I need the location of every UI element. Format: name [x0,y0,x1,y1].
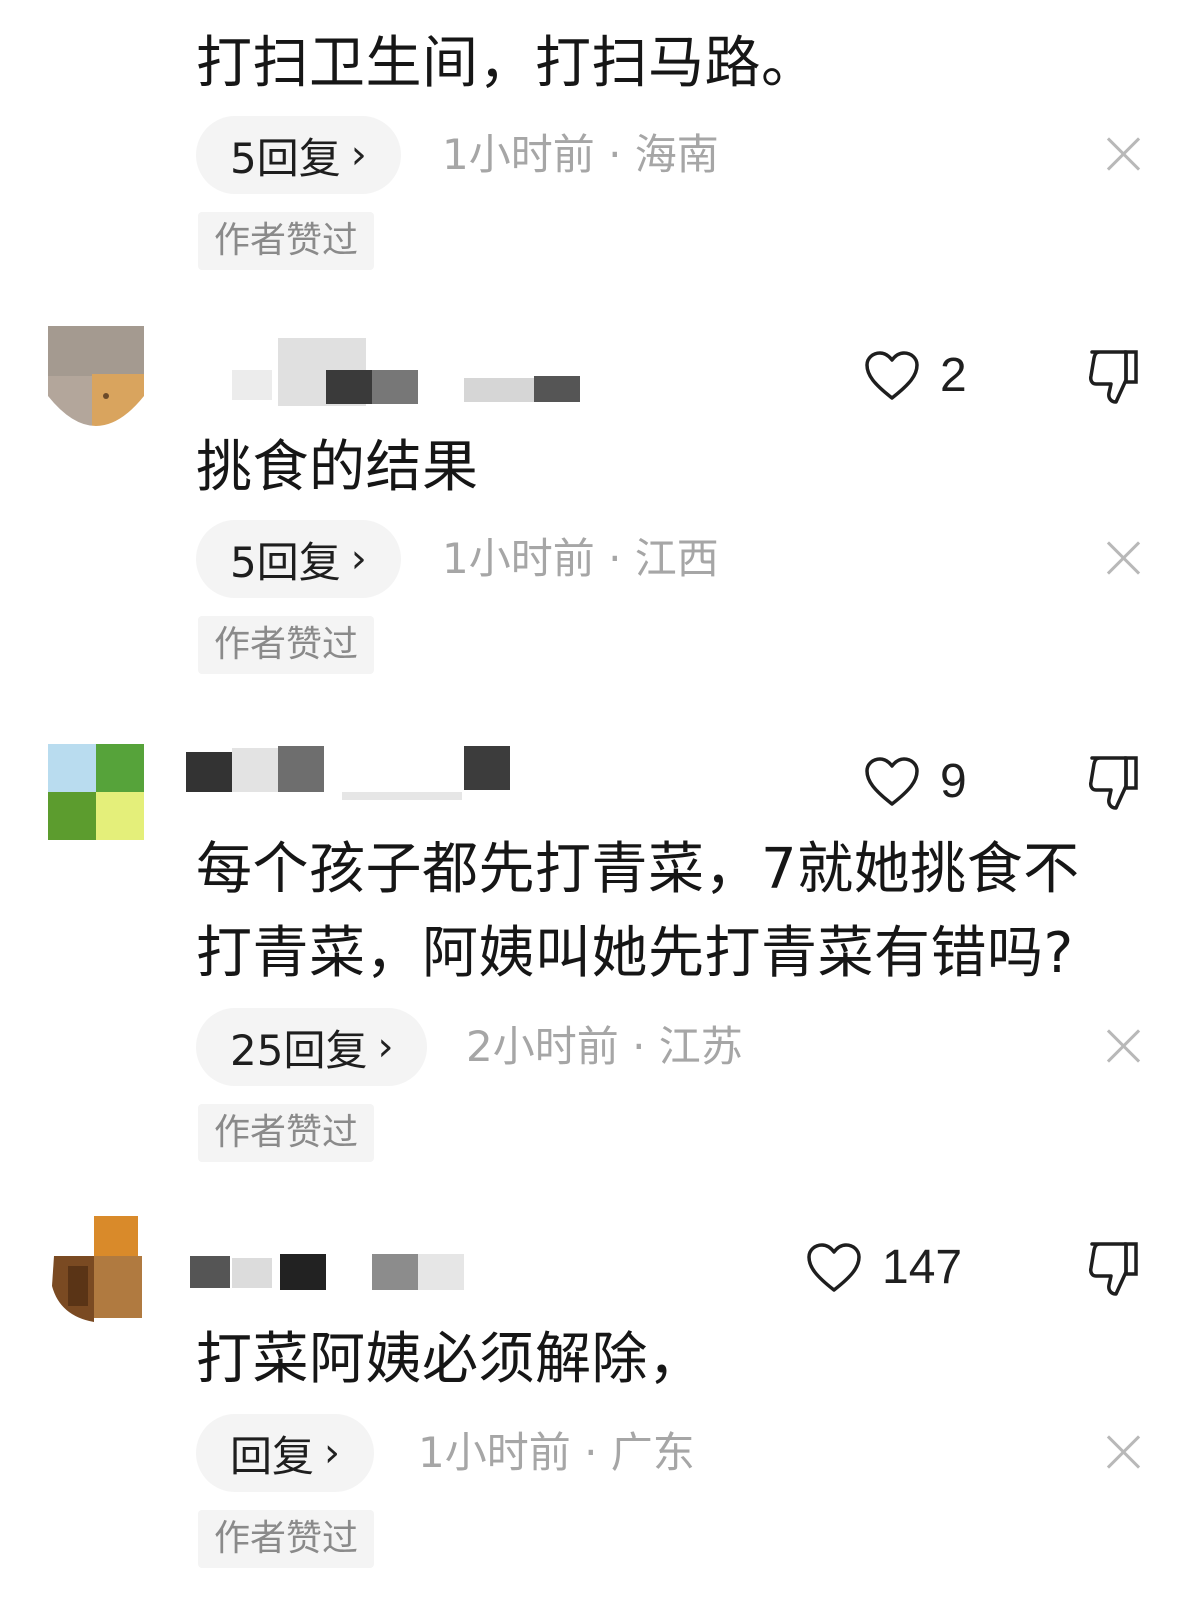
like-button[interactable]: 2 [864,348,967,403]
thumbs-down-icon[interactable] [1086,752,1142,812]
comment-text: 打扫卫生间，打扫马路。 [196,31,818,96]
reply-button[interactable]: 回复 › [196,1414,375,1492]
reply-button[interactable]: 5回复 › [196,116,401,194]
heart-outline-icon [865,756,919,806]
username-blurred[interactable] [192,338,632,406]
comment-meta: 2小时前 · 江苏 [466,1022,743,1071]
avatar[interactable] [48,326,144,438]
comment-meta: 1小时前 · 江西 [442,534,719,583]
heart-outline-icon [807,1242,861,1292]
like-count: 2 [940,349,967,402]
like-count: 9 [940,755,967,808]
close-icon[interactable] [1106,1434,1142,1470]
comment-meta: 1小时前 · 海南 [442,130,719,179]
close-icon[interactable] [1106,540,1142,576]
close-icon[interactable] [1106,136,1142,172]
close-icon[interactable] [1106,1028,1142,1064]
author-liked-badge: 作者赞过 [198,616,375,674]
chevron-right-icon: › [377,1024,394,1070]
heart-outline-icon [865,350,919,400]
author-liked-badge: 作者赞过 [198,212,375,270]
reply-label: 5回复 [230,537,341,587]
like-count: 147 [882,1241,963,1294]
comment-meta: 1小时前 · 广东 [418,1428,695,1477]
reply-label: 回复 [230,1431,315,1481]
username-blurred[interactable] [186,744,632,804]
like-button[interactable]: 147 [806,1240,962,1295]
comment-text-line: 打青菜，阿姨叫她先打青菜有错吗? [196,921,1074,986]
author-liked-badge: 作者赞过 [198,1510,375,1568]
comment-text-line: 每个孩子都先打青菜，7就她挑食不 [196,837,1080,902]
avatar[interactable] [48,744,144,840]
reply-label: 25回复 [230,1025,368,1075]
chevron-right-icon: › [324,1430,341,1476]
reply-label: 5回复 [230,133,341,183]
reply-button[interactable]: 5回复 › [196,520,401,598]
author-liked-badge: 作者赞过 [198,1104,375,1162]
thumbs-down-icon[interactable] [1086,346,1142,406]
chevron-right-icon: › [350,536,367,582]
reply-button[interactable]: 25回复 › [196,1008,428,1086]
chevron-right-icon: › [350,132,367,178]
comment-text: 打菜阿姨必须解除， [196,1327,705,1392]
username-blurred[interactable] [190,1242,632,1302]
comment-text: 挑食的结果 [196,435,479,500]
avatar[interactable] [48,1216,144,1326]
like-button[interactable]: 9 [864,754,967,809]
thumbs-down-icon[interactable] [1086,1238,1142,1298]
